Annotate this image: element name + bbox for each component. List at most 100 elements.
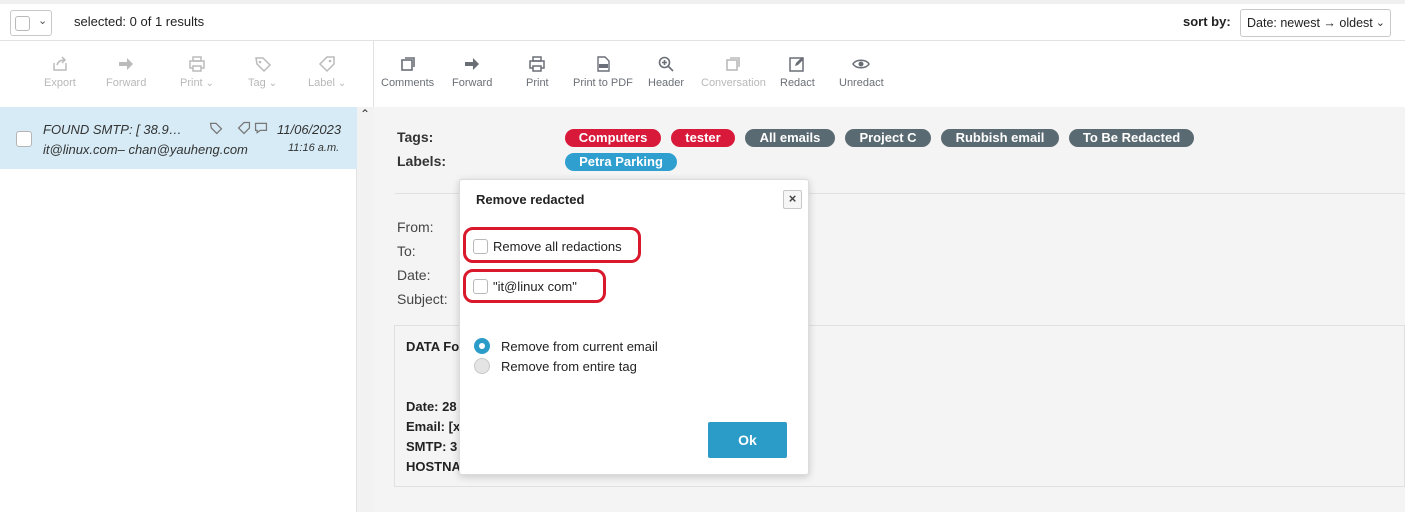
label-icon <box>237 121 251 138</box>
chevron-down-icon: ⌄ <box>205 78 215 89</box>
forward-label: Forward <box>106 77 147 89</box>
print-to-pdf-button[interactable]: Print to PDF <box>573 55 633 89</box>
date-label: Date: <box>397 267 431 283</box>
printer-icon <box>180 55 214 73</box>
tag-label: Tag <box>248 77 266 89</box>
body-line-hostname: HOSTNA <box>406 459 461 474</box>
close-icon: × <box>788 191 797 206</box>
forward-message-label: Forward <box>452 77 493 89</box>
forward-arrow-icon <box>106 55 146 73</box>
remove-tag-radio[interactable] <box>474 358 490 374</box>
subject-label: Subject: <box>397 291 448 307</box>
to-label: To: <box>397 243 416 259</box>
label-list: Petra Parking <box>565 153 1365 171</box>
export-label: Export <box>44 77 76 89</box>
message-date: 11/06/2023 <box>277 122 342 137</box>
print-message-label: Print <box>526 77 549 89</box>
body-line-smtp: SMTP: 3 <box>406 439 458 454</box>
body-line-email: Email: [x <box>406 419 461 434</box>
tag-pill[interactable]: tester <box>671 129 735 147</box>
tag-pill[interactable]: To Be Redacted <box>1069 129 1194 147</box>
message-subject: FOUND SMTP: [ 38.9… <box>43 122 182 137</box>
unredact-label: Unredact <box>839 77 884 89</box>
chevron-down-icon: ⌄ <box>1375 17 1385 29</box>
ok-button[interactable]: Ok <box>708 422 787 458</box>
labels-label: Labels: <box>397 153 447 169</box>
print-label: Print <box>180 77 203 89</box>
comments-button[interactable]: Comments <box>381 55 434 89</box>
remove-redacted-dialog: Remove redacted × Remove all redactions … <box>459 179 809 475</box>
print-to-pdf-label: Print to PDF <box>573 77 633 89</box>
message-participants: it@linux.com– chan@yauheng.com <box>43 142 248 157</box>
forward-message-button[interactable]: Forward <box>452 55 492 89</box>
forward-button[interactable]: Forward <box>106 55 146 89</box>
header-label: Header <box>648 77 685 89</box>
list-scrollbar[interactable]: ⌃ <box>357 107 374 512</box>
redaction-item-checkbox[interactable] <box>473 279 488 294</box>
message-list: FOUND SMTP: [ 38.9… it@linux.com– chan@y… <box>0 107 357 512</box>
redact-label: Redact <box>780 77 815 89</box>
select-all-dropdown[interactable]: ⌄ <box>10 10 52 36</box>
remove-all-checkbox[interactable] <box>473 239 488 254</box>
label-dropdown-button[interactable]: Label ⌄ <box>308 55 346 89</box>
remove-current-radio[interactable] <box>474 338 490 354</box>
eye-icon <box>839 55 884 73</box>
sort-select[interactable]: Date: newest → oldest ⌄ <box>1240 9 1391 37</box>
comments-icon <box>381 55 434 73</box>
conversation-button[interactable]: Conversation <box>701 55 766 89</box>
export-icon <box>44 55 76 73</box>
list-toolbar: Export Forward Print ⌄ Tag ⌄ Label ⌄ <box>0 41 374 107</box>
pdf-icon <box>573 55 633 73</box>
conversation-label: Conversation <box>701 77 766 89</box>
chevron-down-icon: ⌄ <box>337 78 347 89</box>
comment-icon <box>254 121 268 138</box>
tag-icon <box>209 121 223 138</box>
label-label: Label <box>308 77 335 89</box>
tag-pill[interactable]: Petra Parking <box>565 153 677 171</box>
export-button[interactable]: Export <box>44 55 76 89</box>
unredact-button[interactable]: Unredact <box>839 55 884 89</box>
comments-label: Comments <box>381 77 435 89</box>
print-message-button[interactable]: Print <box>526 55 549 89</box>
remove-current-label: Remove from current email <box>501 339 658 354</box>
scroll-up-icon[interactable]: ⌃ <box>360 107 370 121</box>
close-button[interactable]: × <box>783 190 802 209</box>
redaction-item-label: "it@linux com" <box>493 279 577 294</box>
tag-pill[interactable]: Rubbish email <box>941 129 1059 147</box>
message-toolbar: Comments Forward Print Print to PDF Head… <box>374 41 1405 107</box>
header-button[interactable]: Header <box>648 55 684 89</box>
remove-tag-label: Remove from entire tag <box>501 359 637 374</box>
message-indicators <box>209 121 269 137</box>
dialog-title: Remove redacted <box>476 192 585 207</box>
redact-button[interactable]: Redact <box>780 55 815 89</box>
tag-dropdown-button[interactable]: Tag ⌄ <box>248 55 277 89</box>
chevron-down-icon: ⌄ <box>38 15 48 27</box>
tag-icon <box>248 55 277 73</box>
printer-icon <box>526 55 549 73</box>
tag-pill[interactable]: All emails <box>745 129 835 147</box>
print-dropdown-button[interactable]: Print ⌄ <box>180 55 214 89</box>
edit-icon <box>780 55 815 73</box>
email-app: ⌄ selected: 0 of 1 results sort by: Date… <box>0 0 1405 512</box>
remove-all-label: Remove all redactions <box>493 239 622 254</box>
conversation-icon <box>701 55 766 73</box>
forward-arrow-icon <box>452 55 492 73</box>
body-heading: DATA Fo <box>406 339 460 354</box>
tag-list: Computers tester All emails Project C Rubbis… <box>565 129 1365 147</box>
sort-label: sort by: <box>1183 14 1231 29</box>
tag-pill[interactable]: Project C <box>845 129 931 147</box>
list-item[interactable]: FOUND SMTP: [ 38.9… it@linux.com– chan@y… <box>0 107 357 169</box>
zoom-in-icon <box>648 55 684 73</box>
select-all-checkbox[interactable] <box>15 16 30 31</box>
body-line-date: Date: 28 <box>406 399 457 414</box>
label-icon <box>308 55 346 73</box>
results-header: ⌄ selected: 0 of 1 results sort by: Date… <box>0 0 1405 41</box>
sort-value: Date: newest → oldest <box>1247 16 1373 30</box>
from-label: From: <box>397 219 434 235</box>
chevron-down-icon: ⌄ <box>268 78 278 89</box>
message-checkbox[interactable] <box>16 131 32 147</box>
tags-label: Tags: <box>397 129 434 145</box>
tag-pill[interactable]: Computers <box>565 129 661 147</box>
message-time: 11:16 a.m. <box>288 142 340 154</box>
selection-count: selected: 0 of 1 results <box>74 14 205 29</box>
